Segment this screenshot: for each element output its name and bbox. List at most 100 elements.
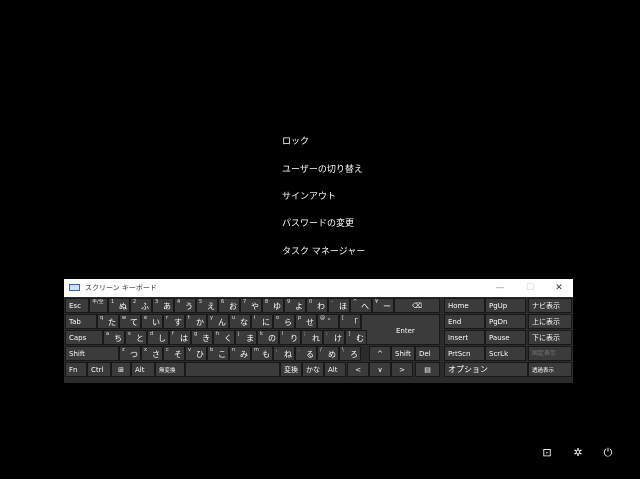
key-arrow-down[interactable]: ∨ [369,362,391,377]
key-colon[interactable]: :け [323,330,345,345]
key-8[interactable]: 8ゆ [262,298,284,313]
network-icon[interactable]: ⊡ [540,446,554,460]
key-zenhan[interactable]: 半/全 [89,298,108,313]
key-windows[interactable]: ⊞ [111,362,131,377]
key-w[interactable]: wて [119,314,141,329]
key-menu[interactable]: ▤ [415,362,440,377]
key-i[interactable]: iに [251,314,273,329]
key-0[interactable]: 0わ [306,298,328,313]
key-kana[interactable]: かな [302,362,324,377]
key-arrow-left[interactable]: < [347,362,369,377]
key-r[interactable]: rす [163,314,185,329]
arrow-left-icon: < [355,366,361,374]
key-shift-right[interactable]: Shift [391,346,415,361]
key-b[interactable]: bこ [207,346,229,361]
key-slash[interactable]: / め [317,346,339,361]
power-icon[interactable]: ⏻ [601,446,615,460]
key-9[interactable]: 9よ [284,298,306,313]
key-c[interactable]: cそ [163,346,185,361]
key-z[interactable]: zつ [119,346,141,361]
key-fn[interactable]: Fn [65,362,87,377]
key-shift-left[interactable]: Shift [65,346,119,361]
maximize-button[interactable]: ☐ [516,279,544,297]
key-u[interactable]: uな [229,314,251,329]
key-minus[interactable]: -ほ [328,298,350,313]
arrow-down-icon: ∨ [377,366,383,374]
accessibility-icon[interactable]: ✲ [571,446,585,460]
key-4[interactable]: 4う [174,298,196,313]
menu-lock[interactable]: ロック [282,136,309,148]
key-show-below[interactable]: 下に表示 [528,330,572,345]
key-f[interactable]: fは [169,330,191,345]
key-y[interactable]: yん [207,314,229,329]
key-space[interactable] [185,362,280,377]
key-henkan[interactable]: 変換 [280,362,302,377]
minimize-button[interactable]: — [486,279,514,297]
key-q[interactable]: qた [97,314,119,329]
key-t[interactable]: tか [185,314,207,329]
key-e[interactable]: eい [141,314,163,329]
key-backslash[interactable]: \ ろ [339,346,361,361]
key-fade-display[interactable]: 透過表示 [528,362,572,377]
key-muhenkan[interactable]: 無変換 [155,362,185,377]
key-o[interactable]: oら [273,314,295,329]
close-button[interactable]: ✕ [545,279,573,297]
key-period[interactable]: .る [295,346,317,361]
key-alt-left[interactable]: Alt [131,362,155,377]
key-at[interactable]: @ ゛ [317,314,339,329]
arrow-up-icon: ^ [377,350,383,358]
key-bracket-open[interactable]: [「 [339,314,361,329]
key-esc[interactable]: Esc [65,298,89,313]
key-pgup[interactable]: PgUp [485,298,526,313]
menu-change-password[interactable]: パスワードの変更 [282,218,354,230]
key-7[interactable]: 7や [240,298,262,313]
osk-title-bar[interactable]: スクリーン キーボード — ☐ ✕ [64,279,573,297]
key-s[interactable]: sと [125,330,147,345]
key-6[interactable]: 6お [218,298,240,313]
key-g[interactable]: gき [191,330,213,345]
key-5[interactable]: 5え [196,298,218,313]
key-home[interactable]: Home [444,298,485,313]
key-1[interactable]: 1ぬ [108,298,130,313]
key-yen[interactable]: ¥ ー [372,298,394,313]
key-delete[interactable]: Del [415,346,440,361]
key-2[interactable]: 2ふ [130,298,152,313]
key-a[interactable]: aち [103,330,125,345]
key-semicolon[interactable]: ; れ [301,330,323,345]
key-arrow-up[interactable]: ^ [369,346,391,361]
key-j[interactable]: jま [235,330,257,345]
key-k[interactable]: kの [257,330,279,345]
key-insert[interactable]: Insert [444,330,485,345]
key-comma[interactable]: ,ね [273,346,295,361]
key-m[interactable]: mも [251,346,273,361]
key-enter[interactable]: Enter [361,314,440,345]
key-backspace[interactable]: ⌫ [394,298,440,313]
key-pgdn[interactable]: PgDn [485,314,526,329]
menu-switch-user[interactable]: ユーザーの切り替え [282,164,363,176]
key-navi-display[interactable]: ナビ表示 [528,298,572,313]
key-p[interactable]: pせ [295,314,317,329]
key-prtscn[interactable]: PrtScn [444,346,485,361]
key-scrlk[interactable]: ScrLk [485,346,526,361]
key-caps[interactable]: Caps [65,330,103,345]
menu-task-manager[interactable]: タスク マネージャー [282,246,365,258]
key-caret[interactable]: ^ へ [350,298,372,313]
key-3[interactable]: 3あ [152,298,174,313]
key-show-above[interactable]: 上に表示 [528,314,572,329]
key-arrow-right[interactable]: > [391,362,413,377]
key-d[interactable]: dし [147,330,169,345]
key-h[interactable]: hく [213,330,235,345]
key-x[interactable]: xさ [141,346,163,361]
key-ctrl[interactable]: Ctrl [87,362,111,377]
key-alt-right[interactable]: Alt [324,362,346,377]
key-pause[interactable]: Pause [485,330,526,345]
key-v[interactable]: vひ [185,346,207,361]
key-end[interactable]: End [444,314,485,329]
key-tab[interactable]: Tab [65,314,97,329]
key-bracket-close[interactable]: ] む [345,330,367,345]
menu-sign-out[interactable]: サインアウト [282,191,336,203]
key-fixed-display[interactable]: 固定表示 [528,346,572,361]
options-button[interactable]: オプション [444,362,528,377]
key-l[interactable]: lり [279,330,301,345]
key-n[interactable]: nみ [229,346,251,361]
